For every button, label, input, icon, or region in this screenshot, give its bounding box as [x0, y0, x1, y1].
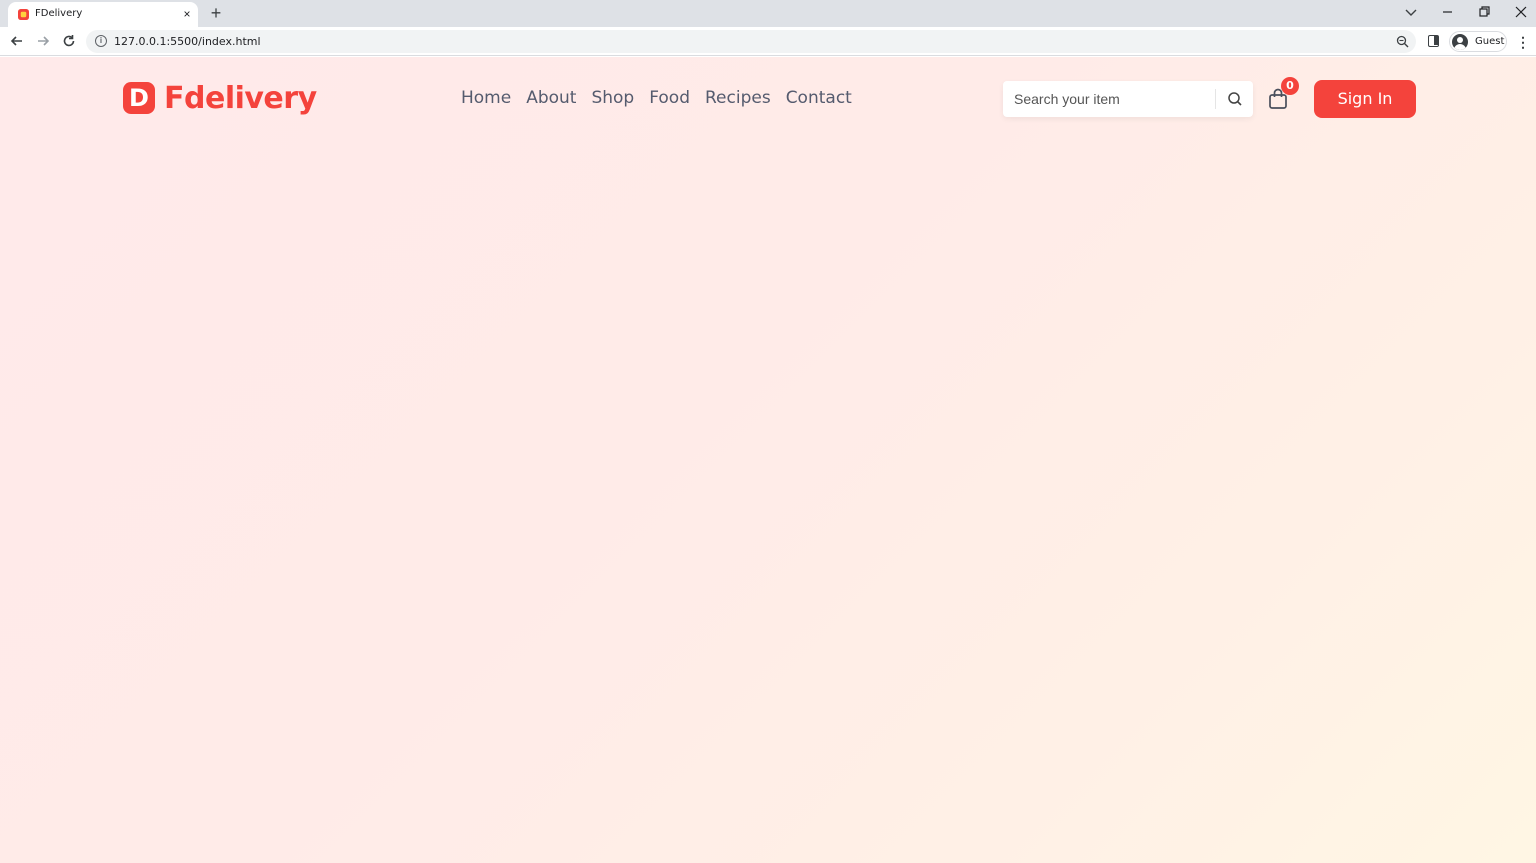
tab-title: FDelivery: [35, 8, 83, 19]
nav-about[interactable]: About: [526, 88, 576, 108]
minimize-icon[interactable]: [1435, 2, 1461, 22]
logo-text: Fdelivery: [164, 80, 317, 116]
nav-contact[interactable]: Contact: [786, 88, 852, 108]
kebab-menu-icon[interactable]: ⋮: [1516, 34, 1530, 50]
side-panel-icon[interactable]: [1428, 35, 1439, 47]
page-viewport: D Fdelivery Home About Shop Food Recipes…: [0, 57, 1536, 863]
zoom-icon[interactable]: [1396, 35, 1409, 48]
new-tab-icon[interactable]: +: [208, 4, 224, 22]
tab-close-icon[interactable]: ×: [180, 7, 194, 21]
favicon-icon: [18, 9, 29, 20]
main-nav: Home About Shop Food Recipes Contact: [461, 88, 852, 108]
nav-food[interactable]: Food: [649, 88, 690, 108]
restore-icon[interactable]: [1471, 2, 1497, 22]
nav-shop[interactable]: Shop: [591, 88, 634, 108]
close-window-icon[interactable]: [1508, 2, 1534, 22]
url-text[interactable]: 127.0.0.1:5500/index.html: [114, 35, 261, 48]
chevron-down-icon[interactable]: [1398, 2, 1424, 22]
info-icon[interactable]: i: [95, 35, 107, 47]
nav-home[interactable]: Home: [461, 88, 511, 108]
back-arrow-icon[interactable]: [8, 32, 26, 50]
forward-arrow-icon[interactable]: [34, 32, 52, 50]
search-box: [1003, 81, 1253, 117]
cart-count-badge: 0: [1281, 77, 1299, 95]
sign-in-button[interactable]: Sign In: [1314, 80, 1416, 118]
search-divider: [1215, 89, 1216, 109]
avatar: [1452, 34, 1468, 50]
browser-tabstrip: FDelivery × +: [0, 0, 1536, 27]
profile-button[interactable]: Guest: [1449, 31, 1507, 52]
logo-mark: D: [123, 82, 155, 114]
reload-icon[interactable]: [60, 32, 78, 50]
browser-toolbar: i 127.0.0.1:5500/index.html: [0, 27, 1536, 56]
site-logo[interactable]: D Fdelivery: [123, 80, 317, 116]
address-bar[interactable]: i 127.0.0.1:5500/index.html: [86, 30, 1416, 53]
nav-recipes[interactable]: Recipes: [705, 88, 771, 108]
search-icon[interactable]: [1217, 81, 1253, 117]
search-input[interactable]: [1003, 81, 1215, 117]
browser-tab[interactable]: FDelivery ×: [8, 2, 198, 27]
profile-name: Guest: [1475, 36, 1505, 47]
